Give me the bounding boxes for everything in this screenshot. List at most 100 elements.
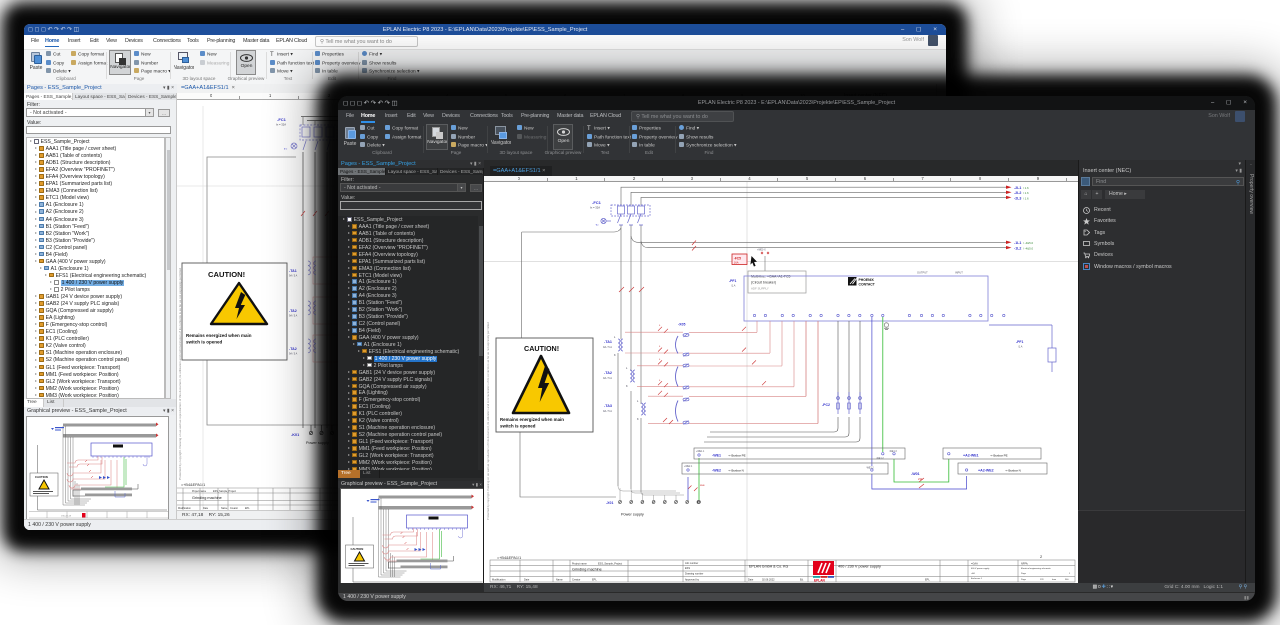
svg-text:T<: T<: [596, 223, 600, 227]
svg-text:-X01: -X01: [606, 501, 613, 505]
svg-text:=+B4&EPA1/1: =+B4&EPA1/1: [497, 556, 521, 560]
svg-text:switch is opened: switch is opened: [186, 340, 223, 345]
svg-text:ESS: ESS: [685, 567, 690, 570]
svg-text:400 / 230 V power supply: 400 / 230 V power supply: [838, 565, 881, 569]
svg-text:T<: T<: [284, 147, 288, 151]
svg-text:-WE2.2: -WE2.2: [866, 468, 874, 470]
svg-text:9A / 5 A: 9A / 5 A: [289, 275, 298, 278]
svg-text:Enclosure 1: Enclosure 1: [971, 577, 983, 580]
svg-text:-2L2: -2L2: [1014, 191, 1021, 195]
svg-text:+WE2.1: +WE2.1: [684, 466, 693, 468]
svg-text:-TA3: -TA3: [604, 404, 612, 408]
svg-text:Drawing number: Drawing number: [685, 573, 704, 576]
svg-text:K: K: [637, 418, 639, 421]
svg-text:16A: 16A: [734, 260, 739, 264]
svg-text:EPLAN GmbH & Co. KG: EPLAN GmbH & Co. KG: [749, 565, 789, 569]
svg-text:-WE2: -WE2: [712, 469, 721, 473]
svg-text:-1L2: -1L2: [1014, 247, 1021, 251]
svg-text:6: 6: [659, 380, 661, 382]
svg-text:400 V power supply: 400 V power supply: [971, 567, 990, 570]
svg-text:/1.A: /1.A: [731, 285, 736, 288]
svg-text:360: 360: [1065, 579, 1069, 581]
svg-text:Grinding machine: Grinding machine: [192, 496, 222, 500]
svg-text:Creator: Creator: [572, 579, 581, 582]
svg-text:ESS_Sample_Project: ESS_Sample_Project: [213, 490, 236, 493]
svg-text:⇒ Busbar N: ⇒ Busbar N: [728, 469, 744, 473]
svg-text:6: 6: [659, 359, 661, 361]
svg-text:INPUT: INPUT: [955, 271, 963, 275]
svg-text:23A: 23A: [918, 477, 923, 481]
svg-text:9A / 5 A: 9A / 5 A: [289, 315, 298, 318]
svg-text:-W01: -W01: [911, 472, 920, 476]
svg-text:6: 6: [659, 346, 661, 348]
svg-text:BME: BME: [700, 485, 705, 487]
svg-text:-PC2: -PC2: [822, 403, 830, 407]
svg-text:-TA2: -TA2: [289, 309, 297, 313]
svg-text:EPL: EPL: [925, 579, 930, 582]
svg-text:6: 6: [659, 325, 661, 327]
svg-text:+A2-WE1: +A2-WE1: [963, 454, 979, 458]
svg-text:CAUTION: CAUTION: [35, 475, 48, 479]
svg-text:9A / 5 A: 9A / 5 A: [289, 353, 298, 356]
svg-text:EPLAN: EPLAN: [814, 579, 826, 583]
svg-text:-TA2: -TA2: [289, 347, 297, 351]
svg-text:L: L: [614, 336, 616, 339]
svg-text:+WE3-X: +WE3-X: [757, 250, 766, 252]
svg-text:-X05: -X05: [678, 323, 685, 327]
svg-text:-WE1.2: -WE1.2: [876, 458, 884, 460]
svg-text:CONTACT: CONTACT: [859, 282, 876, 286]
svg-text:/ 1.6: / 1.6: [1023, 196, 1029, 200]
svg-text:-2L3: -2L3: [1014, 196, 1021, 200]
svg-text:/ -4&5.0: / -4&5.0: [1023, 247, 1034, 251]
svg-text:-WE1: -WE1: [712, 454, 721, 458]
svg-text:switch is opened: switch is opened: [500, 424, 536, 429]
svg-text:+WE1.1: +WE1.1: [696, 451, 705, 453]
svg-text:-TA2: -TA2: [604, 371, 612, 375]
svg-text:Grinding machine: Grinding machine: [572, 568, 602, 572]
svg-text:-FC5: -FC5: [734, 256, 741, 260]
svg-text:Date: Date: [748, 579, 754, 582]
svg-text:-FC1: -FC1: [277, 117, 287, 122]
svg-text:Protected by copyright. Passin: Protected by copyright. Passing on as we…: [486, 322, 490, 520]
svg-text:K: K: [614, 354, 616, 357]
svg-text:L: L: [637, 400, 639, 403]
svg-text:-PF1: -PF1: [729, 279, 736, 283]
svg-text:2: 2: [1040, 554, 1043, 559]
svg-text:Date: Date: [524, 579, 530, 582]
svg-text:+A1: +A1: [971, 572, 976, 575]
svg-text:9A / 5 A: 9A / 5 A: [603, 409, 612, 413]
svg-text:190-47-18: 190-47-18: [61, 516, 72, 518]
svg-text:/ 1.6: / 1.6: [1023, 186, 1029, 190]
svg-text:OUTPUT: OUTPUT: [917, 271, 928, 275]
svg-text:Power supply: Power supply: [621, 513, 644, 517]
svg-text:=GAA: =GAA: [971, 563, 978, 566]
svg-text:178: 178: [1040, 579, 1044, 581]
svg-text:-1L1: -1L1: [1014, 241, 1021, 245]
svg-text:-K01: -K01: [291, 433, 299, 437]
svg-text:⇒ Busbar N: ⇒ Busbar N: [1005, 469, 1021, 473]
svg-text:EPL: EPL: [592, 579, 597, 582]
svg-text:Modification: Modification: [492, 579, 506, 582]
svg-text:Multi-line: =GAA+A1-FC5: Multi-line: =GAA+A1-FC5: [751, 275, 791, 279]
svg-text:Ed.: Ed.: [800, 579, 804, 582]
svg-text:/ -4&5.0: / -4&5.0: [1023, 241, 1034, 245]
svg-text:ESS_Sample_Project: ESS_Sample_Project: [598, 563, 622, 566]
svg-text:ADF SUPPLY: ADF SUPPLY: [751, 287, 769, 291]
svg-text:/ 1.6: / 1.6: [1023, 191, 1029, 195]
svg-text:⇒ Busbar PE: ⇒ Busbar PE: [990, 454, 1008, 458]
svg-text:CAUTION!: CAUTION!: [208, 270, 245, 279]
svg-text:-TA1: -TA1: [289, 269, 297, 273]
svg-text:Project name: Project name: [192, 490, 207, 493]
svg-text:Name: Name: [556, 579, 563, 582]
svg-text:Approved by: Approved by: [685, 579, 700, 582]
svg-text:Protected by copyright. Passin: Protected by copyright. Passing on as we…: [178, 268, 182, 480]
svg-text:In = 32A: In = 32A: [276, 123, 286, 127]
svg-text:9A / 5 A: 9A / 5 A: [603, 345, 612, 349]
svg-text:Electrical engineering schemat: Electrical engineering schematic: [1021, 567, 1051, 570]
svg-text:Project name: Project name: [572, 563, 587, 566]
svg-text:Page: Page: [1021, 579, 1027, 581]
svg-text:Power supply: Power supply: [306, 441, 329, 445]
svg-text:-PF1: -PF1: [1016, 340, 1023, 344]
svg-text:K: K: [626, 385, 628, 388]
svg-text:1: 1: [1069, 573, 1071, 575]
